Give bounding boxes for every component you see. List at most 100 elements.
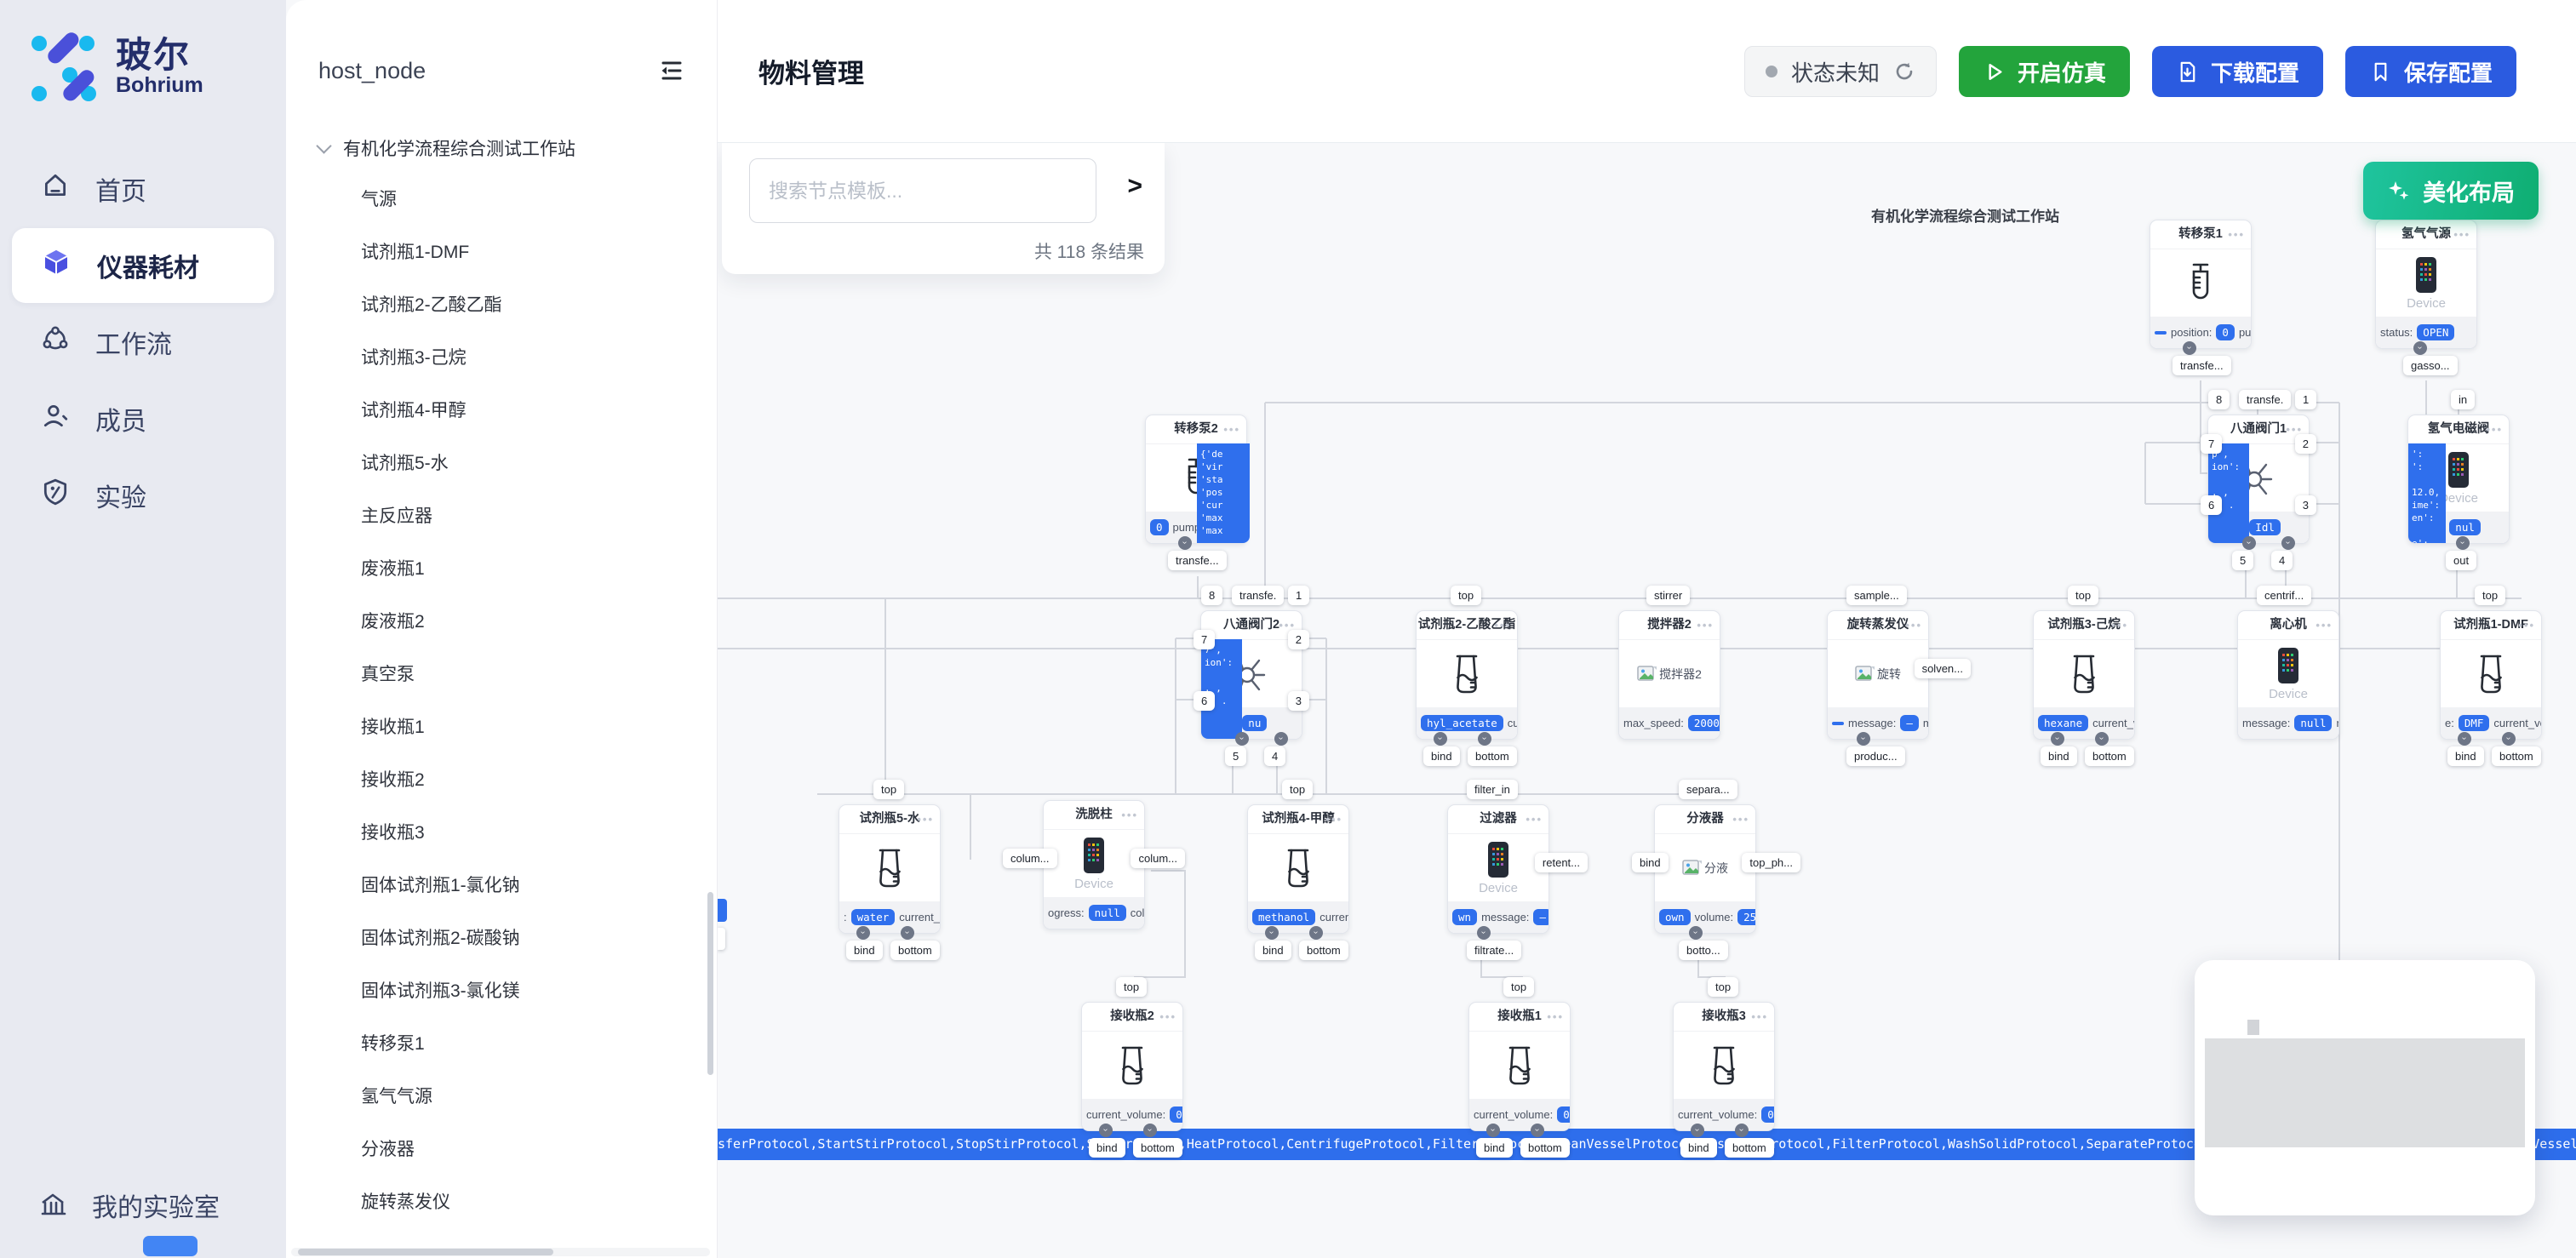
node-menu-icon[interactable]: ••• [2518, 611, 2535, 639]
port-1[interactable]: 1 [1288, 586, 1309, 605]
port-top[interactable]: top [1116, 977, 1147, 997]
port-top[interactable]: top [1708, 977, 1738, 997]
node-menu-icon[interactable]: ••• [1494, 611, 1511, 639]
port-bind[interactable]: bind [1632, 853, 1669, 872]
port-handle-icon[interactable]: › [2281, 536, 2295, 550]
port-top[interactable]: top [1282, 780, 1313, 799]
port-handle-icon[interactable]: › [1099, 1124, 1113, 1137]
port-7[interactable]: 7 [2201, 434, 2222, 454]
port-handle-icon[interactable]: › [2456, 536, 2470, 550]
node-menu-icon[interactable]: ••• [1905, 611, 1922, 639]
tree-item-试剂瓶2-乙酸乙酯[interactable]: 试剂瓶2-乙酸乙酯 [286, 277, 717, 330]
canvas-node-valve-8way-1[interactable]: 八通阀门1•••status:Idlp', ion': . , ' .8tran… [2207, 415, 2310, 544]
port-handle-icon[interactable]: › [1143, 1124, 1157, 1137]
port-handle-icon[interactable]: › [2095, 732, 2109, 746]
tree-item-氢气气源[interactable]: 氢气气源 [286, 1069, 717, 1122]
tree-item-接收瓶2[interactable]: 接收瓶2 [286, 752, 717, 805]
refresh-icon[interactable] [1893, 60, 1915, 83]
port-bind[interactable]: bind [1423, 746, 1460, 766]
port-handle-icon[interactable]: › [1235, 732, 1249, 746]
port-handle-icon[interactable]: › [1309, 926, 1323, 940]
tree-item-固体试剂瓶2-碳酸钠[interactable]: 固体试剂瓶2-碳酸钠 [286, 911, 717, 964]
port-2[interactable]: 2 [1288, 630, 1309, 649]
port-colum[interactable]: colum... [1003, 849, 1057, 868]
canvas-node-h2-solenoid-valve[interactable]: 氢气电磁阀•••Devicestatus:nul': ': 12.0, ime'… [2407, 415, 2510, 544]
canvas-node-rotary-evaporator[interactable]: 旋转蒸发仪•••旋转 message:–max_sample...produc.… [1827, 610, 1929, 740]
port-retent[interactable]: retent... [1535, 853, 1588, 872]
search-expand-chevron-icon[interactable]: > [1127, 172, 1142, 201]
node-menu-icon[interactable]: ••• [2486, 415, 2503, 443]
port-stirrer[interactable]: stirrer [1646, 586, 1690, 605]
status-pill[interactable]: 状态未知 [1744, 46, 1937, 97]
canvas-node-stirrer-2[interactable]: 搅拌器2•••搅拌器2max_speed:2000mstirrer [1618, 610, 1720, 740]
canvas-node-receiver-1[interactable]: 接收瓶1•••current_volume:0topbind›bottom› [1468, 1002, 1571, 1131]
tree-item-真空泵[interactable]: 真空泵 [286, 647, 717, 700]
port-handle-icon[interactable]: › [1857, 732, 1870, 746]
tree-item-废液瓶1[interactable]: 废液瓶1 [286, 541, 717, 594]
canvas-node-h2-gas-source[interactable]: 氢气气源•••Devicestatus:OPENgasso...› [2375, 220, 2477, 349]
port-top[interactable]: top [1503, 977, 1534, 997]
port-transfe[interactable]: transfe. [1232, 586, 1284, 605]
port-bind[interactable]: bind [2041, 746, 2077, 766]
tree-item-试剂瓶3-己烷[interactable]: 试剂瓶3-己烷 [286, 330, 717, 383]
sidebar-item-成员[interactable]: 成员 [12, 381, 274, 456]
port-filter_in[interactable]: filter_in [1467, 780, 1518, 799]
tree-item-试剂瓶4-甲醇[interactable]: 试剂瓶4-甲醇 [286, 383, 717, 436]
canvas-node-receiver-3[interactable]: 接收瓶3•••current_volume:0topbind›bottom› [1673, 1002, 1775, 1131]
port-produc[interactable]: produc... [1846, 746, 1905, 766]
start-simulation-button[interactable]: 开启仿真 [1959, 46, 2130, 97]
port-separa[interactable]: separa... [1679, 780, 1737, 799]
tree-item-接收瓶1[interactable]: 接收瓶1 [286, 700, 717, 752]
panel-vertical-scrollbar[interactable] [707, 892, 713, 1075]
tree-item-主反应器[interactable]: 主反应器 [286, 489, 717, 541]
port-top[interactable]: top [873, 780, 904, 799]
port-bind[interactable]: bind [1476, 1138, 1513, 1158]
port-handle-icon[interactable]: › [1178, 536, 1192, 550]
canvas-node-transfer-pump-1[interactable]: 转移泵1••• position:0pumptransfe...› [2150, 220, 2252, 349]
port-handle-icon[interactable]: › [2458, 732, 2471, 746]
port-solven[interactable]: solven... [1915, 659, 1971, 678]
port-top[interactable]: top [1451, 586, 1481, 605]
panel-horizontal-scrollbar[interactable] [291, 1248, 710, 1256]
port-top_ph[interactable]: top_ph... [1742, 853, 1800, 872]
canvas-node-reagent-3-hexane[interactable]: 试剂瓶3-己烷•••hexanecurrent_vtopbind›bottom› [2033, 610, 2135, 740]
port-2[interactable]: 2 [2295, 434, 2316, 454]
port-top[interactable]: top [2068, 586, 2098, 605]
node-menu-icon[interactable]: ••• [1223, 415, 1240, 443]
tree-item-旋转蒸发仪[interactable]: 旋转蒸发仪 [286, 1175, 717, 1227]
sidebar-item-my-lab[interactable]: 我的实验室 [37, 1187, 220, 1224]
port-handle-icon[interactable]: › [2183, 341, 2196, 355]
canvas-node-separator[interactable]: 分液器•••分液ownvolume:250separa...botto...›b… [1654, 804, 1756, 934]
port-handle-icon[interactable]: › [1478, 732, 1491, 746]
port-handle-icon[interactable]: › [1735, 1124, 1749, 1137]
port-sample[interactable]: sample... [1846, 586, 1907, 605]
port-transfe[interactable]: transfe. [2239, 390, 2291, 409]
port-handle-icon[interactable]: › [1531, 1124, 1544, 1137]
port-handle-icon[interactable]: › [1486, 1124, 1500, 1137]
port-handle-icon[interactable]: › [1434, 732, 1447, 746]
port-gasso[interactable]: gasso... [2403, 356, 2458, 375]
tree-item-分液器[interactable]: 分液器 [286, 1122, 717, 1175]
port-bind[interactable]: bind [846, 941, 883, 960]
port-colum[interactable]: colum... [1131, 849, 1185, 868]
node-menu-icon[interactable]: ••• [1732, 805, 1749, 833]
node-menu-icon[interactable]: ••• [2228, 220, 2245, 249]
port-handle-icon[interactable]: › [2413, 341, 2427, 355]
sidebar-item-仪器耗材[interactable]: 仪器耗材 [12, 228, 274, 303]
node-menu-icon[interactable]: ••• [1526, 805, 1543, 833]
port-in[interactable]: in [2451, 390, 2475, 409]
canvas-node-reagent-5-water[interactable]: 试剂瓶5-水•••:watercurrent_vtopbind›bottom› [839, 804, 941, 934]
port-handle-icon[interactable]: › [1691, 1124, 1704, 1137]
port-handle-icon[interactable]: › [901, 926, 914, 940]
port-handle-icon[interactable]: › [1274, 732, 1288, 746]
canvas-node-reagent-4-methanol[interactable]: 试剂瓶4-甲醇•••methanolcurrent_topbind›bottom… [1247, 804, 1349, 934]
canvas-node-filter[interactable]: 过滤器•••Devicewnmessage:–mafilter_infiltra… [1447, 804, 1549, 934]
port-5[interactable]: 5 [1225, 746, 1246, 766]
canvas-node-transfer-pump-2[interactable]: 转移泵2•••0pump_info:{'de 'vir 'sta 'pos 'c… [1145, 415, 1247, 544]
node-menu-icon[interactable]: ••• [1697, 611, 1714, 639]
search-input[interactable] [749, 158, 1096, 223]
port-bind[interactable]: bind [1680, 1138, 1717, 1158]
collapse-panel-icon[interactable] [657, 56, 686, 85]
tree-item-接收瓶3[interactable]: 接收瓶3 [286, 805, 717, 858]
node-menu-icon[interactable]: ••• [1751, 1003, 1768, 1031]
